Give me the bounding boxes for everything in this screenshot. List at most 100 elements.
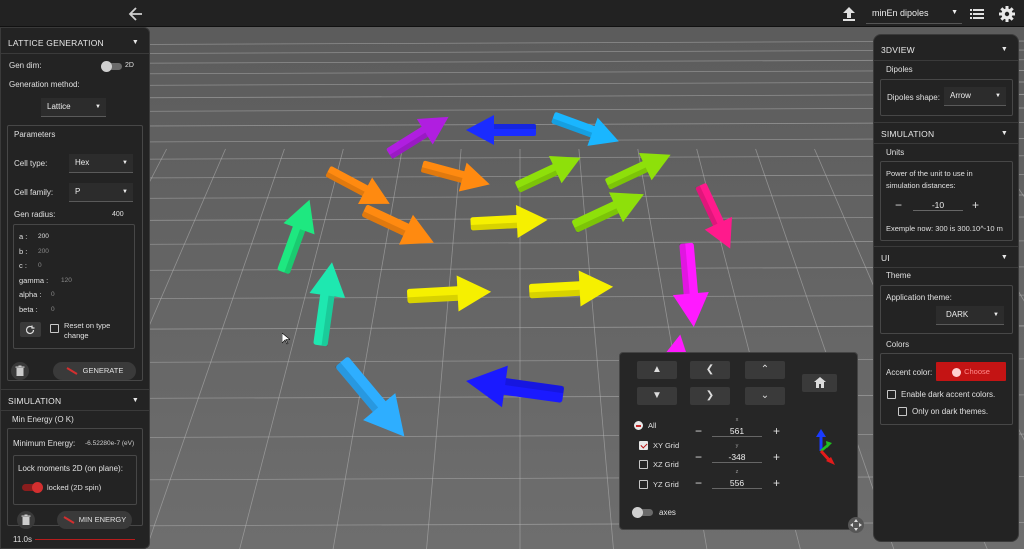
lock-box <box>13 455 137 505</box>
home-button[interactable] <box>802 374 837 392</box>
axes-label: axes <box>659 508 676 517</box>
reset-on-type-checkbox[interactable] <box>50 324 59 333</box>
move-icon[interactable] <box>848 517 864 533</box>
select-value: Lattice <box>47 102 71 111</box>
coord-axis-label: y <box>735 443 739 449</box>
back-arrow-icon[interactable] <box>126 4 146 24</box>
minus-icon[interactable]: − <box>695 425 702 437</box>
min-energy-button[interactable]: MIN ENERGY <box>57 511 132 529</box>
chevron-left-icon: ❮ <box>705 364 715 375</box>
chevron-down-icon: ⌄ <box>760 390 770 401</box>
lock-title: Lock moments 2D (on plane): <box>18 464 123 473</box>
3dview-header[interactable]: 3DVIEW ▼ <box>874 39 1018 61</box>
rotate-up-button[interactable]: ⌃ <box>745 361 785 379</box>
grid-label: XZ Grid <box>653 460 679 469</box>
chevron-down-icon: ▼ <box>995 93 1001 99</box>
coord-field[interactable]: z 556 <box>712 469 762 489</box>
colors-title: Colors <box>886 340 910 349</box>
dipole-shade <box>492 124 536 129</box>
cell-type-select[interactable]: Hex ▼ <box>69 154 133 173</box>
cell-type-label: Cell type: <box>14 159 48 168</box>
param-label: beta : <box>19 305 38 314</box>
list-icon[interactable] <box>968 5 986 23</box>
home-icon <box>813 376 826 388</box>
param-value[interactable]: 200 <box>38 233 49 240</box>
plus-icon[interactable]: + <box>773 451 780 463</box>
minus-icon[interactable]: − <box>695 451 702 463</box>
dipoles-shape-select[interactable]: Arrow ▼ <box>944 87 1006 106</box>
param-label: b : <box>19 246 28 256</box>
coord-value: 561 <box>729 426 745 436</box>
collapse-icon[interactable]: ▼ <box>132 32 139 54</box>
grid-checkbox[interactable] <box>634 421 643 430</box>
param-value[interactable]: 0 <box>51 291 55 298</box>
generation-method-select[interactable]: Lattice ▼ <box>41 98 106 117</box>
generate-button[interactable]: GENERATE <box>53 362 136 380</box>
gear-icon[interactable] <box>997 4 1017 24</box>
pan-down-button[interactable]: ▼ <box>637 387 677 405</box>
accent-color-button[interactable]: Choose <box>936 362 1006 381</box>
reset-on-type-label: Reset on type change <box>64 321 111 340</box>
simulation-settings-header[interactable]: SIMULATION ▼ <box>874 122 1018 144</box>
wand-icon <box>63 516 75 524</box>
minus-icon[interactable]: − <box>895 199 902 211</box>
theme-title: Theme <box>886 271 911 280</box>
app-bar: minEn dipoles ▼ <box>0 0 1024 27</box>
enable-dark-accent-checkbox[interactable] <box>887 390 896 399</box>
time-value: 11.0s <box>13 535 32 544</box>
grid-and-dipoles <box>0 27 1024 549</box>
parameters-title: Parameters <box>14 130 56 139</box>
rotate-left-button[interactable]: ❮ <box>690 361 730 379</box>
plus-icon[interactable]: + <box>972 199 979 211</box>
select-value: Arrow <box>950 91 971 100</box>
min-energy-title: Min Energy (O K) <box>12 415 74 424</box>
lattice-generation-header[interactable]: LATTICE GENERATION ▼ <box>1 32 149 54</box>
collapse-icon[interactable]: ▼ <box>1001 247 1008 269</box>
reset-icon[interactable] <box>20 322 41 337</box>
app-theme-label: Application theme: <box>886 293 952 302</box>
collapse-icon[interactable]: ▼ <box>1001 123 1008 145</box>
plus-icon[interactable]: + <box>773 477 780 489</box>
power-input[interactable]: -10 <box>913 200 963 211</box>
param-value[interactable]: 0 <box>38 262 42 269</box>
min-energy-button-label: MIN ENERGY <box>78 515 127 524</box>
coord-field[interactable]: y -348 <box>712 443 762 463</box>
chevron-down-icon: ▼ <box>951 9 958 16</box>
trash-icon[interactable] <box>11 362 29 380</box>
only-dark-themes-checkbox[interactable] <box>898 407 907 416</box>
grid-checkbox[interactable] <box>639 460 648 469</box>
gen-dim-toggle[interactable] <box>101 61 122 72</box>
grid-checkbox[interactable] <box>639 440 648 450</box>
param-value[interactable]: 200 <box>38 248 49 255</box>
collapse-icon[interactable]: ▼ <box>1001 39 1008 61</box>
coord-field[interactable]: x 561 <box>712 417 762 437</box>
lock-toggle[interactable] <box>22 482 43 493</box>
app-theme-select[interactable]: DARK ▼ <box>936 306 1004 325</box>
pan-up-button[interactable]: ▲ <box>637 361 677 379</box>
axes-toggle[interactable] <box>632 507 653 518</box>
rotate-right-button[interactable]: ❯ <box>690 387 730 405</box>
upload-icon[interactable] <box>840 4 858 24</box>
param-value[interactable]: 120 <box>61 277 72 284</box>
3d-viewport[interactable] <box>0 27 1024 549</box>
ui-header[interactable]: UI ▼ <box>874 246 1018 268</box>
section-title: UI <box>881 253 890 263</box>
rotate-down-button[interactable]: ⌄ <box>745 387 785 405</box>
param-label: alpha : <box>19 290 42 300</box>
chevron-down-icon: ▼ <box>122 189 128 195</box>
coord-axis-label: x <box>735 417 739 423</box>
gen-radius-value[interactable]: 400 <box>112 211 124 218</box>
toggle-knob <box>32 482 43 493</box>
grid-checkbox[interactable] <box>639 479 648 489</box>
trash-icon[interactable] <box>17 511 35 529</box>
minus-icon[interactable]: − <box>695 477 702 489</box>
plus-icon[interactable]: + <box>773 425 780 437</box>
simulation-header[interactable]: SIMULATION ▼ <box>1 389 149 411</box>
coord-axis-label: z <box>735 469 739 475</box>
grid-label: XY Grid <box>653 440 680 450</box>
collapse-icon[interactable]: ▼ <box>132 390 139 412</box>
project-name: minEn dipoles <box>872 8 929 18</box>
project-select[interactable]: minEn dipoles ▼ <box>866 4 962 24</box>
param-value[interactable]: 0 <box>51 306 55 313</box>
cell-family-select[interactable]: P ▼ <box>69 183 133 202</box>
